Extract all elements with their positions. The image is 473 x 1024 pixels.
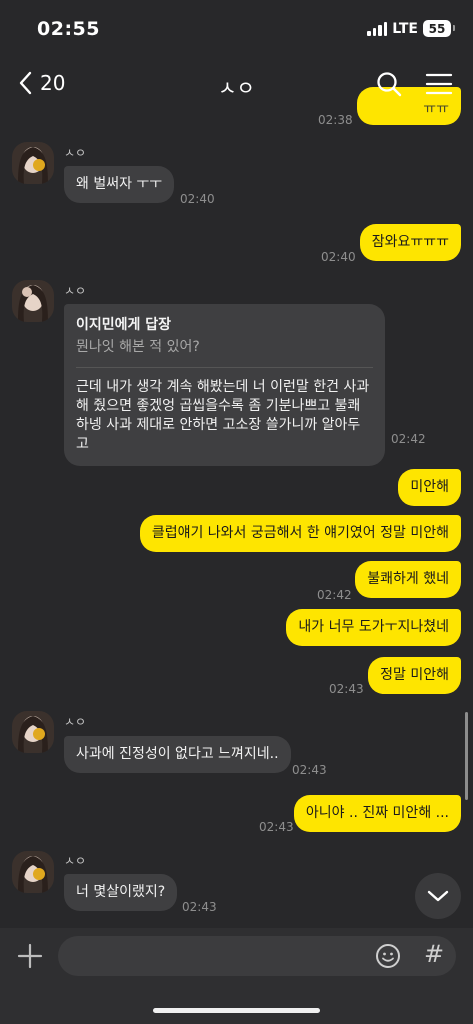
outgoing-message[interactable]: 잠와요ㅠㅠㅠ (359, 224, 461, 261)
outgoing-message[interactable]: 불쾌하게 했네 (355, 561, 461, 598)
outgoing-message[interactable]: 아니야 .. 진짜 미안해 ... (293, 795, 461, 832)
message-time: 02:42 (391, 432, 426, 446)
add-attachment-button[interactable] (16, 942, 44, 970)
reply-preview: 뭔나잇 해본 적 있어? (76, 339, 200, 355)
sender-name: ㅅㅇ (64, 715, 87, 729)
message-time: 02:42 (317, 588, 352, 602)
incoming-message-text: 근데 내가 생각 계속 해봤는데 너 이런말 한건 사과해 줬으면 좋겠엉 곱씹… (76, 379, 370, 452)
chevron-down-icon (427, 890, 449, 902)
avatar[interactable] (12, 851, 54, 893)
incoming-message[interactable]: 사과에 진정성이 없다고 느껴지네.. (64, 736, 291, 773)
scroll-to-bottom-button[interactable] (415, 873, 461, 919)
scrollbar[interactable] (465, 712, 468, 800)
avatar[interactable] (12, 280, 54, 322)
outgoing-message[interactable]: 클럽얘기 나와서 궁금해서 한 얘기였어 정말 미안해 (139, 515, 461, 552)
search-icon (377, 72, 402, 97)
message-time: 02:40 (180, 192, 215, 206)
smiley-icon (376, 944, 400, 968)
sender-name: ㅅㅇ (64, 146, 87, 160)
hash-search-button[interactable]: # (424, 940, 444, 968)
message-time: 02:43 (292, 763, 327, 777)
message-time: 02:38 (318, 113, 353, 127)
emoji-button[interactable] (375, 943, 401, 969)
outgoing-message[interactable]: 미안해 (398, 469, 461, 506)
avatar[interactable] (12, 142, 54, 184)
message-time: 02:43 (182, 900, 217, 914)
search-button[interactable] (375, 70, 405, 100)
plus-icon (17, 943, 43, 969)
hamburger-menu-icon (425, 73, 453, 95)
outgoing-message[interactable]: 정말 미안해 (368, 657, 461, 694)
outgoing-message[interactable]: 내가 너무 도가ㅜ지나쳤네 (286, 609, 461, 646)
reply-target: 이지민에게 답장 (76, 317, 172, 333)
home-indicator (153, 1008, 320, 1013)
battery-icon: 55 (423, 20, 455, 37)
sender-name: ㅅㅇ (64, 284, 87, 298)
avatar[interactable] (12, 711, 54, 753)
partial-bubble-text: ㅠㅠ (423, 101, 449, 117)
incoming-message[interactable]: 왜 벌써자 ㅜㅜ (64, 166, 175, 203)
sender-name: ㅅㅇ (64, 854, 87, 868)
status-time: 02:55 (37, 18, 100, 40)
status-indicators: LTE 55 (367, 20, 455, 37)
incoming-message[interactable]: 너 몇살이랬지? (64, 874, 178, 911)
reply-message-bubble[interactable]: 이지민에게 답장 뭔나잇 해본 적 있어? 근데 내가 생각 계속 해봤는데 너… (64, 304, 385, 466)
battery-level: 55 (428, 21, 446, 36)
message-time: 02:43 (329, 682, 364, 696)
message-time: 02:43 (259, 820, 294, 834)
menu-button[interactable] (425, 71, 455, 101)
network-type: LTE (392, 20, 418, 37)
reply-divider (76, 367, 373, 368)
cellular-signal-icon (367, 21, 388, 36)
message-time: 02:40 (321, 250, 356, 264)
